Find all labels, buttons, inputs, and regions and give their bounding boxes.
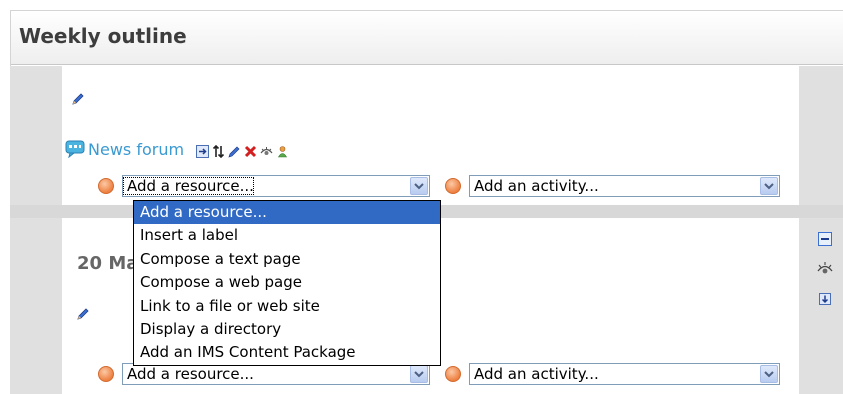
move-down-icon[interactable]	[819, 290, 831, 309]
chevron-down-icon[interactable]	[760, 177, 778, 195]
news-forum-link[interactable]: News forum	[88, 140, 184, 159]
move-updown-icon[interactable]	[212, 143, 225, 158]
add-activity-value: Add an activity...	[474, 365, 599, 383]
section0-add-row: Add a resource... Add an activity...	[98, 174, 780, 198]
page-title: Weekly outline	[19, 24, 187, 48]
resource-icon	[98, 178, 114, 194]
hide-icon[interactable]	[260, 143, 273, 156]
edit-icon[interactable]	[228, 143, 241, 158]
section-date-heading: 20 Ma	[77, 253, 139, 274]
chevron-down-icon[interactable]	[760, 365, 778, 383]
dropdown-option[interactable]: Compose a web page	[134, 271, 440, 294]
add-resource-value: Add a resource...	[127, 365, 254, 383]
assign-roles-icon[interactable]	[276, 143, 289, 157]
section0-right-side	[799, 66, 843, 205]
dropdown-option[interactable]: Insert a label	[134, 224, 440, 247]
section1-left-side	[10, 218, 62, 394]
pencil-icon[interactable]	[71, 92, 85, 106]
dropdown-option[interactable]: Add an IMS Content Package	[134, 341, 440, 364]
add-activity-value: Add an activity...	[474, 177, 599, 195]
collapse-icon[interactable]	[818, 231, 832, 250]
add-resource-select[interactable]: Add a resource...	[122, 363, 430, 385]
news-forum-row: News forum	[65, 137, 289, 161]
add-resource-value: Add a resource...	[123, 177, 254, 195]
pencil-icon[interactable]	[76, 307, 90, 321]
delete-icon[interactable]	[244, 143, 257, 157]
move-right-icon[interactable]	[196, 143, 210, 158]
tool-icons	[196, 143, 289, 158]
chevron-down-icon[interactable]	[410, 177, 428, 195]
add-activity-select[interactable]: Add an activity...	[469, 175, 780, 197]
dropdown-option[interactable]: Add a resource...	[134, 201, 440, 225]
add-resource-select[interactable]: Add a resource...	[122, 175, 430, 197]
activity-icon	[445, 366, 461, 382]
header-bar: Weekly outline	[11, 11, 843, 65]
add-resource-dropdown[interactable]: Add a resource... Insert a label Compose…	[133, 200, 441, 366]
section0-left-side	[10, 66, 62, 205]
chevron-down-icon[interactable]	[410, 365, 428, 383]
forum-icon	[65, 140, 85, 159]
dropdown-option[interactable]: Display a directory	[134, 318, 440, 341]
eye-icon[interactable]	[817, 259, 833, 281]
resource-icon	[98, 366, 114, 382]
activity-icon	[445, 178, 461, 194]
dropdown-option[interactable]: Link to a file or web site	[134, 295, 440, 318]
add-activity-select[interactable]: Add an activity...	[469, 363, 780, 385]
dropdown-option[interactable]: Compose a text page	[134, 248, 440, 271]
